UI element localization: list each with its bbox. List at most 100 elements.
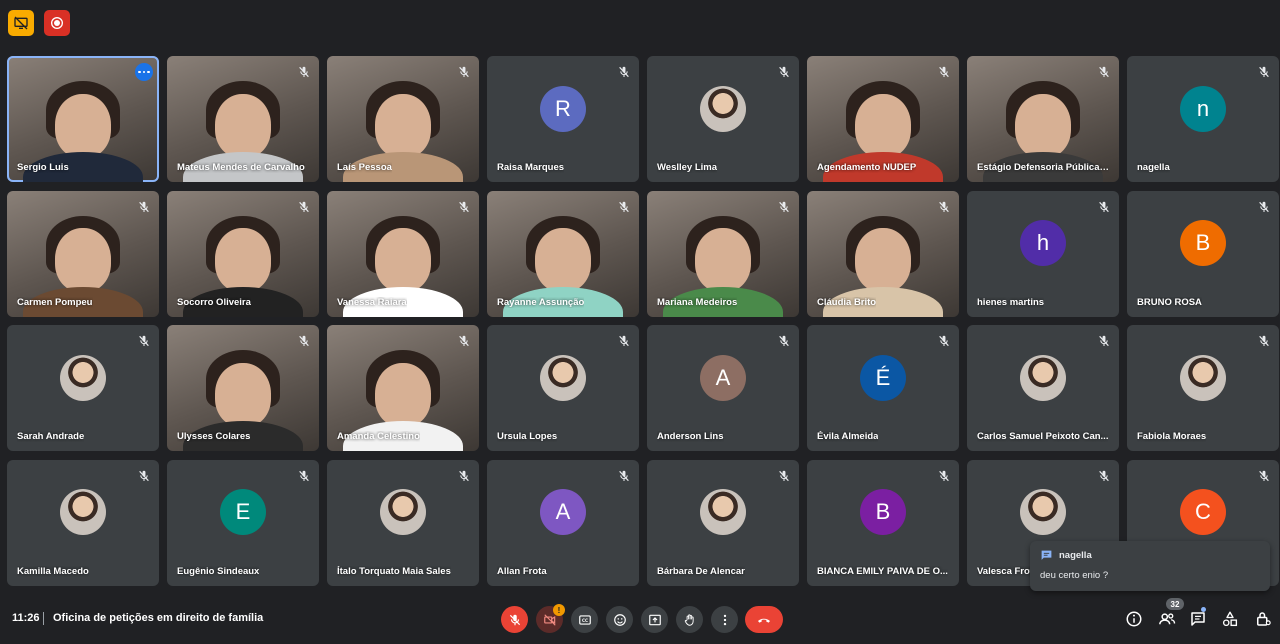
mic-off-icon bbox=[619, 66, 629, 78]
participant-tile[interactable]: A Allan Frota bbox=[487, 459, 639, 586]
chat-message-icon bbox=[1041, 550, 1052, 560]
participant-name: nagella bbox=[1137, 162, 1170, 173]
participant-tile[interactable]: Kamilla Macedo bbox=[7, 459, 159, 586]
participant-photo-avatar bbox=[60, 489, 106, 536]
participant-name: BRUNO ROSA bbox=[1137, 296, 1202, 308]
participant-tile[interactable]: Mateus Mendes de Carvalho bbox=[167, 56, 319, 182]
participant-tile[interactable]: Amanda Celestino bbox=[327, 325, 479, 451]
participant-tile[interactable]: Weslley Lima bbox=[647, 56, 799, 182]
participant-photo-avatar bbox=[700, 489, 746, 536]
participant-tile[interactable]: Sergio Luis bbox=[7, 56, 159, 182]
participant-name: Raisa Marques bbox=[497, 162, 565, 173]
participant-name: hienes martins bbox=[977, 296, 1045, 308]
participant-tile[interactable]: Laís Pessoa bbox=[327, 56, 479, 182]
host-controls-icon[interactable] bbox=[1254, 610, 1272, 628]
mic-off-icon bbox=[619, 335, 629, 347]
participant-name: Estágio Defensoria Pública ... bbox=[977, 162, 1109, 173]
people-icon[interactable] bbox=[1158, 610, 1176, 628]
presentation-off-badge[interactable] bbox=[8, 10, 34, 36]
participant-name: Socorro Oliveira bbox=[177, 296, 251, 308]
participant-tile[interactable]: E Eugênio Sindeaux bbox=[167, 459, 319, 586]
participant-tile[interactable]: Ursula Lopes bbox=[487, 325, 639, 451]
participant-name: Évila Almeida bbox=[817, 431, 879, 442]
participant-initial-avatar: B bbox=[1180, 220, 1226, 267]
mic-off-icon bbox=[1259, 335, 1269, 347]
participant-tile[interactable]: Carmen Pompeu bbox=[7, 190, 159, 317]
participant-tile[interactable]: A Anderson Lins bbox=[647, 325, 799, 451]
participant-photo-avatar bbox=[1180, 354, 1226, 401]
chat-notification[interactable]: nagella deu certo enio ? bbox=[1030, 541, 1270, 591]
participant-tile[interactable]: Estágio Defensoria Pública ... bbox=[967, 56, 1119, 182]
mic-off-icon bbox=[459, 335, 469, 347]
participant-name: Ursula Lopes bbox=[497, 431, 558, 442]
participant-tile[interactable]: Ulysses Colares bbox=[167, 325, 319, 451]
participant-initial-avatar: n bbox=[1180, 85, 1226, 132]
participant-video-face bbox=[855, 93, 911, 158]
participant-tile[interactable]: Socorro Oliveira bbox=[167, 190, 319, 317]
activities-icon[interactable] bbox=[1221, 610, 1239, 628]
participant-initial-avatar: E bbox=[220, 489, 266, 536]
participant-initial-avatar: A bbox=[540, 489, 586, 536]
meeting-clock: 11:26 bbox=[12, 612, 40, 624]
participant-initial-avatar: R bbox=[540, 85, 586, 132]
participant-name: Rayanne Assunção bbox=[497, 296, 585, 308]
participant-name: Mariana Medeiros bbox=[657, 296, 738, 308]
participant-tile[interactable]: Fabiola Moraes bbox=[1127, 325, 1279, 451]
mic-off-icon bbox=[939, 66, 949, 78]
mic-off-icon bbox=[619, 470, 629, 481]
leave-call-button[interactable] bbox=[745, 606, 783, 633]
more-vert-icon bbox=[723, 614, 726, 625]
mic-off-icon bbox=[299, 201, 309, 212]
closed-captions-icon: CC bbox=[578, 614, 591, 625]
participant-video-face bbox=[375, 362, 431, 427]
raise-hand-button[interactable] bbox=[676, 606, 703, 633]
more-options-button[interactable] bbox=[711, 606, 738, 633]
participant-tile[interactable]: Carlos Samuel Peixoto Can... bbox=[967, 325, 1119, 451]
mic-off-icon bbox=[619, 201, 629, 212]
participant-name: Carlos Samuel Peixoto Can... bbox=[977, 431, 1109, 442]
chat-message: deu certo enio ? bbox=[1040, 570, 1109, 581]
participant-tile[interactable]: Rayanne Assunção bbox=[487, 190, 639, 317]
participant-tile[interactable]: Vanessa Raiara bbox=[327, 190, 479, 317]
mic-off-icon bbox=[139, 335, 149, 347]
mic-off-icon bbox=[139, 201, 149, 212]
participant-video-face bbox=[215, 362, 271, 427]
participant-video-face bbox=[55, 93, 111, 158]
svg-text:CC: CC bbox=[582, 618, 588, 623]
recording-badge[interactable] bbox=[44, 10, 70, 36]
tile-options-button[interactable] bbox=[135, 63, 153, 81]
participant-photo-avatar bbox=[540, 354, 586, 401]
chat-icon[interactable] bbox=[1189, 610, 1207, 628]
participant-tile[interactable]: h hienes martins bbox=[967, 190, 1119, 317]
participant-tile[interactable]: Agendamento NUDEP bbox=[807, 56, 959, 182]
participant-tile[interactable]: B BIANCA EMILY PAIVA DE O... bbox=[807, 459, 959, 586]
participant-video-face bbox=[375, 93, 431, 158]
microphone-button[interactable] bbox=[501, 606, 528, 633]
participant-initial-avatar: B bbox=[860, 489, 906, 536]
participant-tile[interactable]: R Raisa Marques bbox=[487, 56, 639, 182]
present-button[interactable] bbox=[641, 606, 668, 633]
participant-tile[interactable]: B BRUNO ROSA bbox=[1127, 190, 1279, 317]
participant-tile[interactable]: Mariana Medeiros bbox=[647, 190, 799, 317]
recording-icon bbox=[51, 17, 63, 29]
participant-tile[interactable]: Sarah Andrade bbox=[7, 325, 159, 451]
participant-name: Cláudia Brito bbox=[817, 296, 877, 308]
participant-tile[interactable]: Ítalo Torquato Maia Sales bbox=[327, 459, 479, 586]
participant-tile[interactable]: Cláudia Brito bbox=[807, 190, 959, 317]
participant-video-face bbox=[695, 228, 751, 293]
participant-tile[interactable]: Bárbara De Alencar bbox=[647, 459, 799, 586]
participant-name: Agendamento NUDEP bbox=[817, 162, 917, 173]
participant-photo-avatar bbox=[60, 354, 106, 401]
meeting-info-icon[interactable] bbox=[1125, 610, 1143, 628]
mic-off-icon bbox=[459, 66, 469, 78]
mic-off-icon bbox=[779, 335, 789, 347]
participant-tile[interactable]: É Évila Almeida bbox=[807, 325, 959, 451]
captions-button[interactable]: CC bbox=[571, 606, 598, 633]
mic-off-icon bbox=[779, 470, 789, 481]
participant-tile[interactable]: n nagella bbox=[1127, 56, 1279, 182]
participant-name: Kamilla Macedo bbox=[17, 565, 89, 577]
mic-off-icon bbox=[139, 470, 149, 481]
mic-off-icon bbox=[459, 470, 469, 481]
reactions-button[interactable] bbox=[606, 606, 633, 633]
participant-photo-avatar bbox=[380, 489, 426, 536]
